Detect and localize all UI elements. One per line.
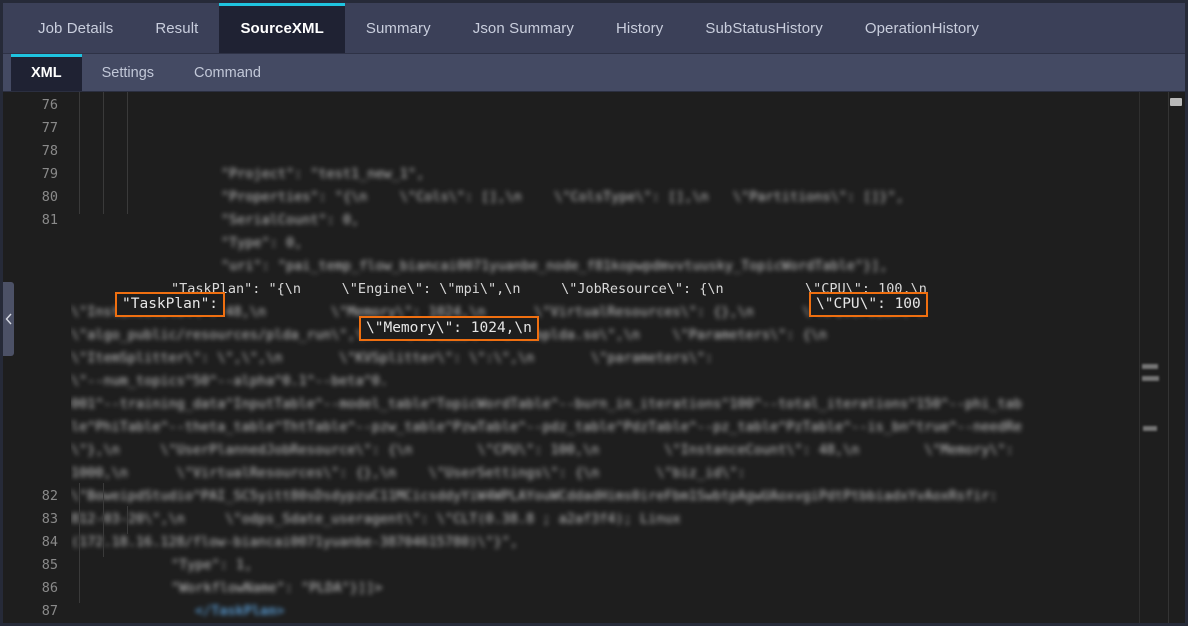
code-text: "WorkflowName": "PLDA"}]]> — [171, 580, 383, 596]
code-line: \"Instancetotal\": 48,\n \"Memory\": 102… — [71, 301, 1185, 324]
code-line: "uri": "pai_temp_flow_biancai0071yuanbe_… — [71, 255, 1185, 278]
code-line: "Type": 1, — [71, 554, 1185, 577]
subtab-label: Command — [194, 64, 261, 81]
tab-result[interactable]: Result — [134, 3, 219, 53]
code-line: </AlgoTask> — [71, 623, 1185, 625]
code-line: "Project": "test1_new_1", — [71, 163, 1185, 186]
code-line: </TaskPlan> — [71, 600, 1185, 623]
code-line: 812-03-20\",\n \"odps_Sdate_useragent\":… — [71, 508, 1185, 531]
code-line: 1000,\n \"VirtualResources\": {},\n \"Us… — [71, 462, 1185, 485]
primary-tab-bar: Job Details Result SourceXML Summary Json Su… — [3, 3, 1185, 54]
code-text: "Type": 1, — [171, 557, 253, 573]
code-text: \"--num_topics^50^--alpha^0.1^--beta^0. — [71, 373, 388, 389]
annotation-taskplan: "TaskPlan": — [115, 292, 226, 317]
code-line: \"--num_topics^50^--alpha^0.1^--beta^0. — [71, 370, 1185, 393]
vertical-scroll-thumb[interactable] — [1170, 98, 1182, 106]
code-line: \"},\n \"UserPlannedJobResource\": {\n \… — [71, 439, 1185, 462]
annotation-cpu: \"CPU\": 100 — [809, 292, 928, 317]
tab-operationhistory[interactable]: OperationHistory — [844, 3, 1000, 53]
code-lines: "Project": "test1_new_1", "Properties": "… — [71, 163, 1185, 625]
tab-summary[interactable]: Summary — [345, 3, 452, 53]
code-text: "Project": "test1_new_1", — [221, 166, 425, 182]
code-text: 1000,\n \"VirtualResources\": {},\n \"Us… — [71, 465, 746, 481]
tab-label: SourceXML — [240, 19, 324, 37]
minimap-mark — [1142, 364, 1158, 369]
tab-label: Summary — [365, 19, 431, 37]
tab-label: SubStatusHistory — [705, 19, 823, 37]
code-text: "Type": 0, — [221, 235, 303, 251]
xml-tag-text: </AlgoTask> — [171, 623, 260, 625]
code-text: "SerialCount": 0, — [221, 212, 360, 228]
code-text: 812-03-20\",\n \"odps_Sdate_useragent\":… — [71, 511, 681, 527]
code-line: "WorkflowName": "PLDA"}]]> — [71, 577, 1185, 600]
code-line: "SerialCount": 0, — [71, 209, 1185, 232]
code-text: le^PhiTable^--theta_table^ThtTable^--pzw… — [71, 419, 1022, 435]
code-text: \"},\n \"UserPlannedJobResource\": {\n \… — [71, 442, 1014, 458]
code-text: \"ItemSplitter\": \",\",\n \"KVSplitter\… — [71, 350, 714, 366]
annotation-memory: \"Memory\": 1024,\n — [359, 316, 539, 341]
code-line: "Type": 0, — [71, 232, 1185, 255]
source-xml-viewer: Job Details Result SourceXML Summary Json Su… — [0, 0, 1188, 626]
tab-label: Job Details — [38, 19, 114, 37]
tab-label: Result — [155, 19, 199, 37]
subtab-label: XML — [31, 64, 62, 81]
xml-tag-text: </TaskPlan> — [195, 603, 285, 619]
xml-code-editor[interactable]: 76777879808182838485868788 "Project": "t… — [3, 92, 1185, 625]
subtab-label: Settings — [101, 64, 155, 81]
tab-history[interactable]: History — [595, 3, 684, 53]
collapse-panel-rail[interactable] — [3, 92, 14, 623]
code-text: (172.18.16.128/flow-biancai0071yuanbe-38… — [71, 534, 519, 550]
code-line: (172.18.16.128/flow-biancai0071yuanbe-38… — [71, 531, 1185, 554]
minimap-mark — [1142, 376, 1159, 381]
editor-minimap[interactable] — [1139, 92, 1185, 623]
tab-json-summary[interactable]: Json Summary — [452, 3, 595, 53]
code-text: \"BoweipdStudio^PAI_SC5yitt80sDsdypzuC11… — [71, 488, 998, 504]
tab-substatushistory[interactable]: SubStatusHistory — [684, 3, 843, 53]
code-line: \"algo_public/resources/plda_run\",\n \"… — [71, 324, 1185, 347]
collapse-panel-handle[interactable] — [3, 282, 14, 356]
code-text: "uri": "pai_temp_flow_biancai0071yuanbe_… — [221, 258, 888, 274]
code-content[interactable]: "Project": "test1_new_1", "Properties": "… — [71, 92, 1185, 625]
line-number: 88 — [3, 623, 71, 625]
code-line: 001^--training_data^InputTable^--model_t… — [71, 393, 1185, 416]
code-line: \"BoweipdStudio^PAI_SC5yitt80sDsdypzuC11… — [71, 485, 1185, 508]
subtab-xml[interactable]: XML — [11, 54, 82, 91]
code-line: le^PhiTable^--theta_table^ThtTable^--pzw… — [71, 416, 1185, 439]
code-text: 001^--training_data^InputTable^--model_t… — [71, 396, 1022, 412]
subtab-settings[interactable]: Settings — [82, 54, 174, 91]
minimap-divider — [1168, 92, 1169, 623]
tab-label: OperationHistory — [864, 19, 979, 37]
code-line: "Properties": "{\n \"Cols\": [],\n \"Col… — [71, 186, 1185, 209]
tab-label: Json Summary — [472, 19, 574, 37]
code-text: "Properties": "{\n \"Cols\": [],\n \"Col… — [221, 189, 904, 205]
tab-sourcexml[interactable]: SourceXML — [219, 3, 346, 53]
minimap-mark — [1143, 426, 1157, 431]
chevron-left-icon — [5, 313, 12, 325]
tab-label: History — [615, 19, 664, 37]
code-line: \"ItemSplitter\": \",\",\n \"KVSplitter\… — [71, 347, 1185, 370]
tab-job-details[interactable]: Job Details — [17, 3, 134, 53]
subtab-command[interactable]: Command — [174, 54, 281, 91]
secondary-tab-bar: XML Settings Command — [3, 54, 1185, 92]
code-line: "TaskPlan": "{\n \"Engine\": \"mpi\",\n … — [71, 278, 1185, 301]
